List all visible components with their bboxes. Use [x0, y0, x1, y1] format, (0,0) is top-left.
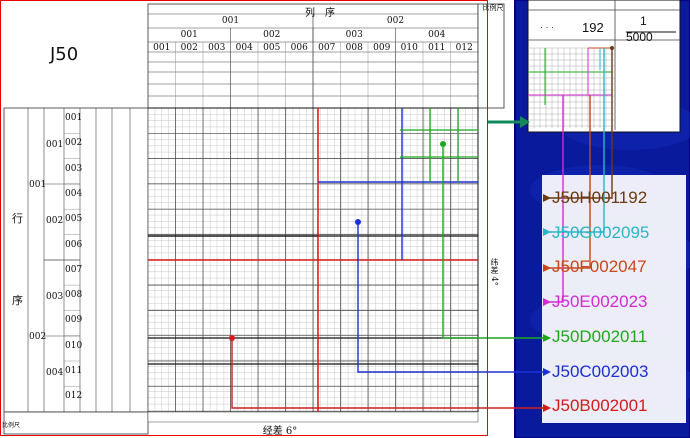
brown-origin-dot — [610, 46, 614, 50]
column-level3-label-6: 006 — [290, 43, 308, 53]
column-level3-label-4: 004 — [235, 43, 253, 53]
inset-number: 192 — [582, 20, 604, 35]
scale-row-label: 比例尺 — [2, 422, 21, 429]
column-level1-label-1: 001 — [221, 16, 240, 26]
header-scale-column — [477, 3, 505, 109]
row-level3-label-5: 005 — [65, 214, 83, 225]
inset-scale-denominator: 5000 — [626, 30, 653, 44]
column-level2-label-3: 003 — [345, 30, 363, 40]
column-level3-label-12: 012 — [455, 43, 473, 53]
column-level3-label-2: 002 — [180, 43, 198, 53]
row-level3-label-1: 001 — [65, 113, 83, 123]
row-level3-label-2: 002 — [65, 138, 83, 149]
row-level3-label-4: 004 — [65, 188, 83, 199]
row-level3-label-12: 012 — [65, 391, 83, 402]
sheet-code-label: J50H001192 — [552, 188, 648, 207]
longitude-difference-label: 经差 6° — [262, 426, 298, 437]
row-title-1: 行 — [12, 212, 23, 225]
column-level3-label-7: 007 — [318, 43, 336, 53]
row-level1-label-1: 001 — [29, 180, 47, 190]
red-origin-dot — [229, 335, 235, 341]
column-level2-label-4: 004 — [428, 30, 446, 40]
column-level3-label-5: 005 — [263, 43, 281, 53]
map-sheet-numbering-diagram: J50 列 序 比例尺 001 002 001 002 003 004 001 002 00… — [0, 0, 690, 438]
scale-row — [3, 411, 149, 435]
sheet-code-label: J50F002047 — [552, 257, 647, 277]
green-origin-dot — [440, 141, 446, 147]
row-level3-label-7: 007 — [65, 264, 83, 275]
row-level2-label-1: 001 — [46, 140, 64, 150]
row-level2-label-3: 003 — [46, 292, 64, 302]
row-level1-label-2: 002 — [29, 332, 47, 342]
row-level3-label-6: 006 — [65, 239, 83, 250]
column-level3-label-3: 003 — [208, 43, 226, 53]
inset-scale-numerator: 1 — [640, 14, 647, 28]
row-level3-label-9: 009 — [65, 315, 83, 326]
row-level2-label-4: 004 — [46, 368, 64, 378]
row-level3-label-3: 003 — [65, 163, 83, 174]
sheet-code-label: J50B002001 — [552, 396, 648, 416]
sheet-code-label: J50D002011 — [552, 326, 648, 346]
column-level3-label-9: 009 — [373, 43, 391, 53]
sheet-code-label: J50C002003 — [552, 361, 649, 381]
row-level3-label-10: 010 — [65, 340, 83, 351]
bottom-strip — [147, 411, 479, 423]
sheet-label: J50 — [50, 44, 79, 65]
sheet-code-label: J50E002023 — [552, 292, 648, 312]
blue-origin-dot — [355, 219, 361, 225]
row-level3-label-8: 008 — [65, 290, 83, 301]
scale-header-label: 比例尺 — [482, 4, 504, 12]
sheet-code-label: J50G002095 — [552, 222, 650, 242]
inset-dots: · · · — [540, 22, 554, 32]
column-level2-label-1: 001 — [180, 30, 198, 40]
row-level3-label-11: 011 — [65, 366, 83, 376]
latitude-difference-label: 纬差 4° — [490, 258, 499, 286]
column-level3-label-1: 001 — [153, 43, 171, 53]
row-title-2: 序 — [12, 294, 23, 307]
column-level2-label-2: 002 — [263, 30, 281, 40]
column-level3-label-10: 010 — [400, 43, 418, 53]
column-level3-label-8: 008 — [345, 43, 363, 53]
column-level3-label-11: 011 — [428, 43, 446, 53]
column-level1-label-2: 002 — [386, 16, 405, 26]
row-level2-label-2: 002 — [46, 216, 64, 226]
